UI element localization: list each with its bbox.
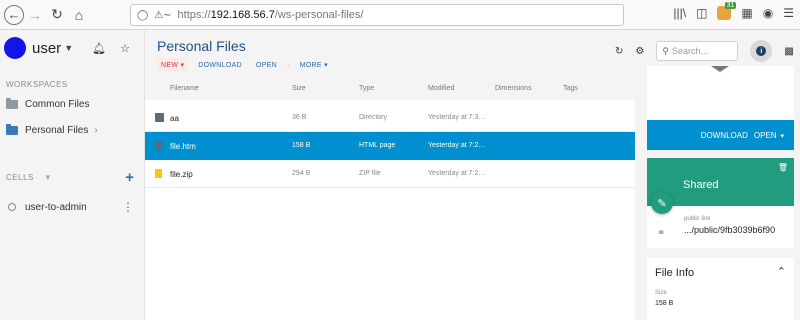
contact-card-icon[interactable]: ▩ [784, 46, 793, 57]
file-info-title: File Info [655, 267, 695, 279]
library-icon[interactable]: |||\ [673, 6, 686, 20]
trash-icon[interactable]: 🗑︎ [778, 163, 788, 172]
details-panel: ↻ ⚙ ⚲ Search... i ▩ DOWNLOAD OPEN ▾ Shar… [615, 30, 800, 320]
shared-card: Shared 🗑︎ ✎ ⚭ public link .../public/9fb… [647, 158, 794, 248]
person-folder-icon [6, 123, 18, 135]
file-name: file.htm [170, 142, 196, 151]
avatar[interactable] [4, 37, 26, 59]
search-icon: ⚲ [662, 45, 669, 56]
pencil-icon: ✎ [657, 197, 667, 210]
open-button[interactable]: OPEN ▾ [754, 131, 784, 140]
file-modified: Yesterday at 7:2… [428, 170, 486, 177]
refresh-icon[interactable]: ↻ [615, 46, 623, 57]
col-size[interactable]: Size [292, 85, 306, 92]
cell-icon [8, 203, 16, 211]
file-list-panel: Personal Files NEW ▾ DOWNLOAD OPEN - MOR… [145, 30, 635, 320]
file-name: file.zip [170, 170, 193, 179]
file-name: aa [170, 114, 179, 123]
folder-icon [6, 97, 18, 109]
reload-icon[interactable]: ↻ [46, 4, 68, 26]
file-size: 36 B [292, 114, 307, 121]
extension-icon[interactable]: 31 [717, 2, 737, 20]
sidebar-item-personal-files[interactable]: Personal Files › [0, 119, 144, 141]
page-title: Personal Files [157, 38, 246, 54]
menu-icon[interactable]: ☰ [783, 6, 794, 20]
address-bar[interactable]: ◯ ⚠∼ https://192.168.56.7/ws-personal-fi… [130, 4, 800, 320]
table-header: Filename Size Type Modified Dimensions T… [145, 82, 635, 100]
sidebar-toggle-icon[interactable]: ◫ [696, 6, 707, 20]
new-button[interactable]: NEW ▾ [157, 58, 189, 72]
search-placeholder: Search... [671, 46, 708, 56]
folder-icon [155, 113, 164, 122]
edit-share-button[interactable]: ✎ [651, 192, 673, 214]
file-size: 158 B [292, 142, 311, 149]
link-icon: ⚭ [657, 228, 666, 239]
file-preview [647, 66, 794, 120]
more-button[interactable]: MORE ▾ [296, 58, 332, 72]
account-icon[interactable]: ◉ [763, 6, 773, 20]
shared-title: Shared [683, 179, 719, 191]
workspaces-title: WORKSPACES [6, 80, 68, 89]
search-input[interactable]: ⚲ Search... [656, 41, 739, 61]
public-link-value[interactable]: .../public/9fb3039b6f90 [684, 225, 775, 235]
browser-toolbar: ← → ↻ ⌂ ◯ ⚠∼ https://192.168.56.7/ws-per… [0, 0, 800, 320]
sidebar-item-label: user-to-admin [25, 201, 87, 213]
col-type[interactable]: Type [359, 85, 374, 92]
forward-arrow-icon[interactable]: → [24, 4, 46, 26]
home-icon[interactable]: ⌂ [68, 4, 90, 26]
back-arrow-icon[interactable]: ← [4, 4, 24, 25]
table-row[interactable]: file.zip 294 B ZIP file Yesterday at 7:2… [145, 160, 635, 188]
document-icon [155, 141, 162, 150]
extension-grid-icon[interactable]: ▦ [741, 6, 752, 20]
sidebar-item-user-to-admin[interactable]: user-to-admin ⋮ [0, 196, 144, 218]
user-name[interactable]: user [32, 40, 61, 57]
file-type: Directory [359, 114, 388, 121]
preview-indicator-icon [711, 66, 729, 72]
size-value: 158 B [655, 300, 674, 307]
sidebar-item-label: Common Files [25, 98, 90, 110]
info-icon: i [756, 46, 767, 56]
info-button[interactable]: i [750, 40, 773, 62]
more-vertical-icon[interactable]: ⋮ [122, 200, 134, 214]
star-icon[interactable]: ☆ [120, 42, 130, 55]
chevron-up-icon[interactable]: ⌃ [777, 265, 786, 278]
file-type: HTML page [359, 142, 396, 149]
table-row[interactable]: file.htm 158 B HTML page Yesterday at 7:… [145, 132, 635, 160]
chevron-down-icon[interactable]: ▼ [64, 43, 73, 53]
archive-icon [155, 169, 162, 178]
settings-gear-icon[interactable]: ⚙ [635, 46, 644, 57]
public-link-label: public link [684, 216, 711, 222]
left-sidebar: user ▼ 🔔︎ ☆ WORKSPACES Common Files Pers… [0, 30, 145, 320]
lock-warning-icon[interactable]: ⚠∼ [154, 10, 171, 21]
table-row[interactable]: aa 36 B Directory Yesterday at 7:3… [145, 104, 635, 132]
add-cell-button[interactable]: + [125, 169, 134, 186]
size-label: Size [655, 290, 667, 296]
col-tags[interactable]: Tags [563, 85, 578, 92]
col-filename[interactable]: Filename [170, 85, 199, 92]
chevron-right-icon: › [94, 124, 98, 136]
file-size: 294 B [292, 170, 311, 177]
download-button[interactable]: DOWNLOAD [194, 59, 246, 72]
toolbar-divider: - [286, 60, 290, 70]
file-type: ZIP file [359, 170, 381, 177]
file-modified: Yesterday at 7:2… [428, 142, 486, 149]
col-modified[interactable]: Modified [428, 85, 454, 92]
bell-icon[interactable]: 🔔︎ [92, 42, 106, 55]
shield-icon[interactable]: ◯ [137, 10, 148, 21]
open-button[interactable]: OPEN [252, 59, 281, 72]
file-info-card: File Info ⌃ Size 158 B [647, 258, 794, 320]
filter-icon[interactable]: ▼ [44, 173, 52, 182]
col-dimensions[interactable]: Dimensions [495, 85, 532, 92]
user-menu[interactable]: user ▼ 🔔︎ ☆ [0, 30, 144, 66]
sidebar-item-label: Personal Files [25, 124, 89, 136]
file-modified: Yesterday at 7:3… [428, 114, 486, 121]
sidebar-item-common-files[interactable]: Common Files [0, 93, 144, 115]
preview-actions: DOWNLOAD OPEN ▾ [647, 120, 794, 150]
download-button[interactable]: DOWNLOAD [701, 131, 748, 140]
cells-title: CELLS [6, 173, 34, 182]
url-text[interactable]: https://192.168.56.7/ws-personal-files/ [178, 9, 364, 21]
